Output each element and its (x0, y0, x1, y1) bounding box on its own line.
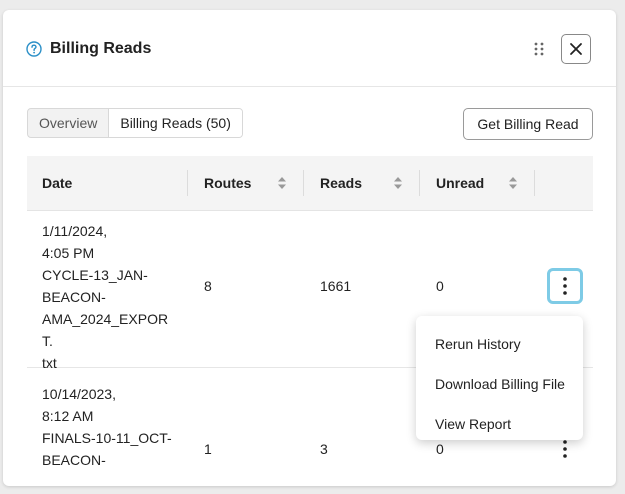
row-reads: 1661 (320, 278, 352, 294)
menu-item-view-report[interactable]: View Report (435, 416, 511, 432)
row-unread: 0 (436, 441, 444, 457)
get-billing-read-button[interactable]: Get Billing Read (463, 108, 593, 140)
column-divider (534, 170, 535, 196)
drag-handle-icon[interactable] (532, 41, 546, 57)
column-divider (419, 170, 420, 196)
column-divider (303, 170, 304, 196)
table-header: Date Routes Reads Unread (27, 156, 593, 211)
sort-icon[interactable] (277, 176, 287, 190)
row-actions-menu: Rerun History Download Billing File View… (416, 316, 583, 440)
sort-icon[interactable] (508, 176, 518, 190)
row-unread: 0 (436, 278, 444, 294)
more-vertical-icon (563, 440, 567, 458)
column-header-date[interactable]: Date (42, 156, 72, 210)
row-date: 1/11/2024, 4:05 PM CYCLE-13_JAN- BEACON-… (42, 223, 169, 371)
tab-billing-reads[interactable]: Billing Reads (50) (108, 109, 242, 137)
panel-header: Billing Reads (3, 10, 616, 87)
more-vertical-icon (563, 277, 567, 295)
row-routes: 8 (204, 278, 212, 294)
row-actions-button[interactable] (547, 268, 583, 304)
menu-item-rerun-history[interactable]: Rerun History (435, 336, 521, 352)
billing-reads-panel: Billing Reads Overview Billing Reads (50… (3, 10, 616, 486)
tab-overview[interactable]: Overview (28, 109, 108, 137)
row-date: 10/14/2023, 8:12 AM FINALS-10-11_OCT- BE… (42, 386, 172, 468)
sort-icon[interactable] (393, 176, 403, 190)
column-header-unread[interactable]: Unread (436, 156, 484, 210)
help-circle-icon[interactable] (26, 41, 42, 57)
menu-item-download-billing-file[interactable]: Download Billing File (435, 376, 565, 392)
row-routes: 1 (204, 441, 212, 457)
tab-group: Overview Billing Reads (50) (27, 108, 243, 138)
close-icon (570, 43, 582, 55)
row-reads: 3 (320, 441, 328, 457)
column-divider (187, 170, 188, 196)
column-header-reads[interactable]: Reads (320, 156, 362, 210)
close-button[interactable] (561, 34, 591, 64)
column-header-routes[interactable]: Routes (204, 156, 251, 210)
panel-title: Billing Reads (50, 40, 152, 57)
